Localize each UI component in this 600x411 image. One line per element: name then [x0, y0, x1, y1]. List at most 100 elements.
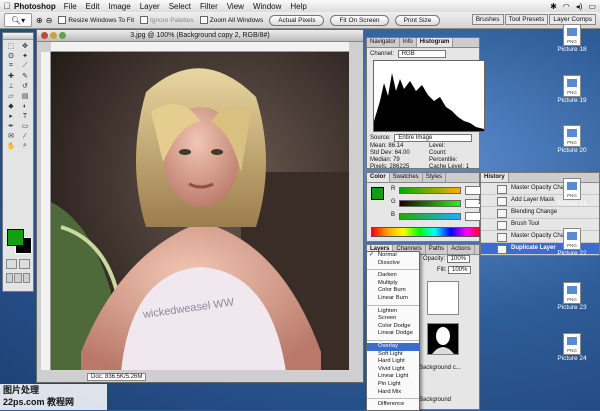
slider-b[interactable] [399, 213, 461, 220]
close-icon[interactable] [41, 32, 48, 39]
image-canvas[interactable]: wickedweasel WW [51, 52, 349, 370]
zoom-out-icon[interactable]: ⊖ [46, 16, 53, 25]
path-select-icon[interactable]: ▸ [4, 111, 18, 121]
full-screen-menu-icon[interactable] [14, 273, 22, 283]
wifi-icon[interactable]: ◠ [563, 2, 570, 11]
channel-select[interactable]: RGB [397, 50, 446, 58]
brush-icon[interactable]: ✎ [18, 71, 32, 81]
color-spectrum-bar[interactable] [371, 227, 483, 237]
blend-mode-item[interactable]: Hard Mix [367, 389, 419, 397]
standard-mode-icon[interactable] [6, 259, 17, 269]
blend-mode-item[interactable]: Hard Light [367, 358, 419, 366]
shape-icon[interactable]: ▭ [18, 121, 32, 131]
magic-wand-icon[interactable]: ✦ [18, 51, 32, 61]
pen-icon[interactable]: ✒ [4, 121, 18, 131]
slider-r[interactable] [399, 187, 461, 194]
menu-window[interactable]: Window [253, 2, 281, 11]
battery-icon[interactable]: ▭ [588, 2, 596, 11]
dodge-icon[interactable]: ◐ [18, 101, 32, 111]
blend-mode-item[interactable]: Multiply [367, 280, 419, 288]
desktop-file-icon[interactable]: Picture 18 [552, 24, 592, 53]
zoom-in-icon[interactable]: ⊕ [36, 16, 43, 25]
full-screen-icon[interactable] [22, 273, 30, 283]
slider-g[interactable] [399, 200, 461, 207]
desktop-file-icon[interactable]: Picture 23 [552, 282, 592, 311]
source-select[interactable]: Entire Image [394, 134, 473, 142]
zoom-tool-preset[interactable]: 🔍︎▾ [4, 13, 32, 27]
tab-tool-presets[interactable]: Tool Presets [504, 14, 549, 25]
notes-icon[interactable]: ✉ [4, 131, 18, 141]
stamp-icon[interactable]: ⊥ [4, 81, 18, 91]
desktop-file-icon[interactable]: Picture 22 [552, 228, 592, 257]
fill-input[interactable]: 100% [448, 266, 472, 274]
blend-mode-item[interactable]: Screen [367, 315, 419, 323]
healing-icon[interactable]: ✚ [4, 71, 18, 81]
lasso-icon[interactable]: ʘ [4, 51, 18, 61]
bluetooth-icon[interactable]: ✱ [550, 2, 557, 11]
tab-styles[interactable]: Styles [423, 173, 447, 182]
actual-pixels-button[interactable]: Actual Pixels [269, 14, 325, 26]
type-icon[interactable]: T [18, 111, 32, 121]
tab-navigator[interactable]: Navigator [367, 38, 400, 47]
desktop-file-icon[interactable]: Picture 24 [552, 333, 592, 362]
blend-mode-item[interactable]: Linear Light [367, 373, 419, 381]
ignore-palettes-checkbox[interactable]: Ignore Palettes [140, 16, 194, 24]
history-item[interactable]: Blending Change [481, 207, 599, 219]
minimize-icon[interactable] [50, 32, 57, 39]
history-brush-icon[interactable]: ↺ [18, 81, 32, 91]
tab-swatches[interactable]: Swatches [390, 173, 423, 182]
volume-icon[interactable]: ◂) [576, 2, 583, 11]
apple-icon[interactable]:  [0, 1, 14, 11]
blend-mode-item[interactable]: Dissolve [367, 260, 419, 268]
blend-mode-item[interactable]: Darken [367, 272, 419, 280]
layer-thumb-white[interactable] [427, 281, 459, 315]
tab-actions[interactable]: Actions [448, 245, 475, 254]
menu-image[interactable]: Image [108, 2, 130, 11]
tab-brushes[interactable]: Brushes [471, 14, 504, 25]
blend-mode-item[interactable]: Linear Burn [367, 295, 419, 303]
standard-screen-icon[interactable] [6, 273, 14, 283]
fit-on-screen-button[interactable]: Fit On Screen [330, 14, 389, 26]
move-icon[interactable]: ✥ [18, 41, 32, 51]
menu-view[interactable]: View [227, 2, 244, 11]
desktop-file-icon[interactable]: Picture 20 [552, 125, 592, 154]
zoom-icon[interactable]: ⌕ [18, 141, 32, 151]
blend-mode-item[interactable]: Color Burn [367, 287, 419, 295]
zoom-window-icon[interactable] [59, 32, 66, 39]
blend-mode-item[interactable]: Vivid Light [367, 366, 419, 374]
blend-mode-item[interactable]: Lighten [367, 308, 419, 316]
tab-info[interactable]: Info [400, 38, 417, 47]
layer-background[interactable]: Background [419, 397, 493, 403]
layer-background-copy[interactable]: Background c... [419, 365, 493, 371]
eraser-icon[interactable]: ▱ [4, 91, 18, 101]
blend-mode-item[interactable]: Linear Dodge [367, 330, 419, 338]
menu-select[interactable]: Select [169, 2, 191, 11]
menu-edit[interactable]: Edit [86, 2, 100, 11]
blend-mode-item[interactable]: Pin Light [367, 381, 419, 389]
zoom-all-checkbox[interactable]: Zoom All Windows [199, 16, 263, 24]
hand-icon[interactable]: ✋ [4, 141, 18, 151]
quick-mask-icon[interactable] [19, 259, 30, 269]
tab-history[interactable]: History [481, 173, 509, 182]
menu-layer[interactable]: Layer [140, 2, 160, 11]
foreground-color-swatch[interactable] [7, 229, 24, 246]
marquee-icon[interactable]: ⬚ [4, 41, 18, 51]
blend-mode-item[interactable]: Overlay [367, 342, 419, 351]
desktop-file-icon[interactable]: Picture 19 [552, 75, 592, 104]
layer-thumb-mask[interactable] [427, 323, 459, 355]
resize-windows-checkbox[interactable]: Resize Windows To Fit [58, 16, 134, 24]
horizontal-ruler[interactable] [51, 42, 349, 52]
tab-color[interactable]: Color [367, 173, 390, 182]
tab-paths[interactable]: Paths [426, 245, 449, 254]
desktop-file-icon[interactable]: Picture 21 [552, 178, 592, 207]
menu-file[interactable]: File [64, 2, 77, 11]
opacity-input[interactable]: 100% [446, 255, 471, 263]
document-titlebar[interactable]: 3.jpg @ 100% (Background copy 2, RGB/8#) [37, 30, 363, 42]
app-menu[interactable]: Photoshop [14, 2, 56, 11]
vertical-ruler[interactable] [41, 52, 51, 370]
slice-icon[interactable]: ⟋ [18, 61, 32, 71]
blend-mode-item[interactable]: Color Dodge [367, 323, 419, 331]
blend-mode-item[interactable]: Soft Light [367, 351, 419, 359]
menu-help[interactable]: Help [290, 2, 306, 11]
crop-icon[interactable]: ⌗ [4, 61, 18, 71]
